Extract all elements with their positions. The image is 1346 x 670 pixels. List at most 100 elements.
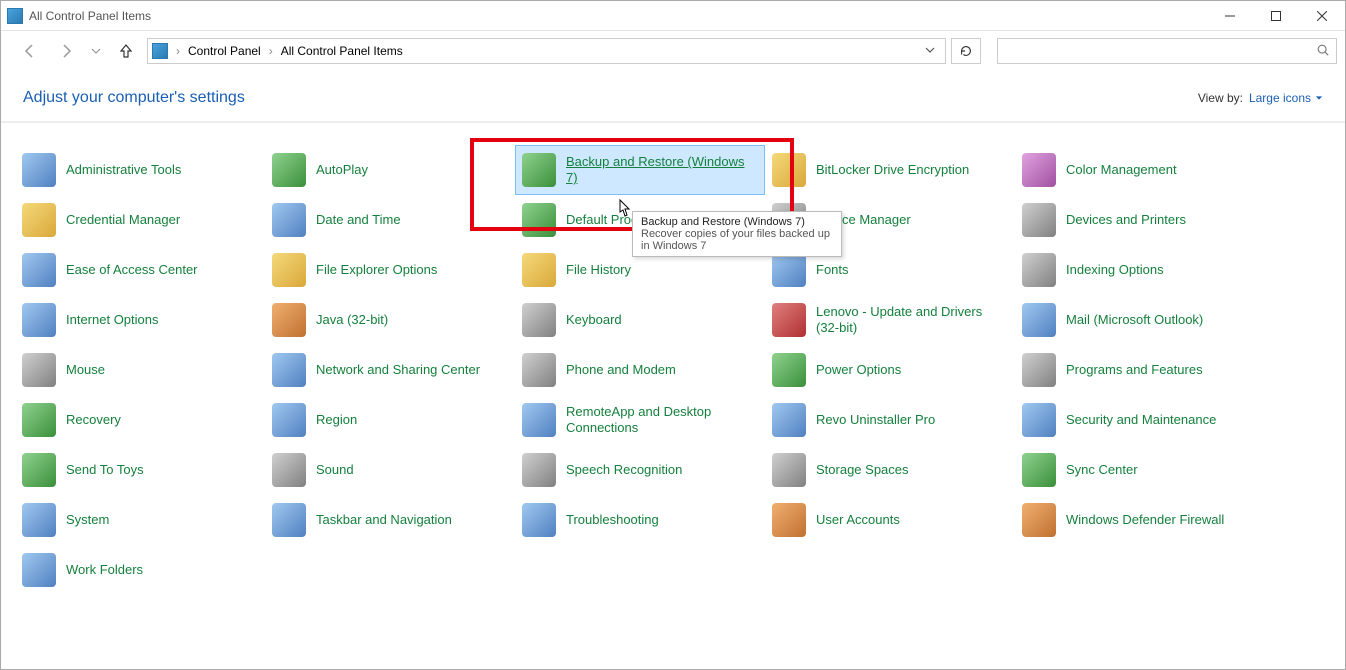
cp-item-label: Mail (Microsoft Outlook) [1066,312,1203,328]
cp-item[interactable]: Sync Center [1015,445,1265,495]
cp-item[interactable]: System [15,495,265,545]
cp-item-label: Revo Uninstaller Pro [816,412,935,428]
breadcrumb-2[interactable]: All Control Panel Items [281,44,403,58]
settings-header: Adjust your computer's settings View by:… [1,71,1345,123]
sync-icon [1022,453,1056,487]
cp-item[interactable]: Taskbar and Navigation [265,495,515,545]
storage-icon [772,453,806,487]
cp-item[interactable]: Phone and Modem [515,345,765,395]
refresh-button[interactable] [951,38,981,64]
cp-item[interactable]: Color Management [1015,145,1265,195]
cp-item-label: AutoPlay [316,162,368,178]
breadcrumb-1[interactable]: Control Panel [188,44,261,58]
tooltip-title: Backup and Restore (Windows 7) [641,216,833,228]
cp-item-label: Credential Manager [66,212,180,228]
cp-item[interactable]: Java (32-bit) [265,295,515,345]
cp-item-label: Administrative Tools [66,162,181,178]
viewby-label: View by: [1198,91,1243,105]
cp-item[interactable]: AutoPlay [265,145,515,195]
file-explorer-icon [272,253,306,287]
cp-item[interactable]: Backup and Restore (Windows 7) [515,145,765,195]
cp-item[interactable]: Work Folders [15,545,265,595]
cp-item[interactable]: Speech Recognition [515,445,765,495]
cp-item-label: Network and Sharing Center [316,362,480,378]
cp-item[interactable]: Programs and Features [1015,345,1265,395]
phone-modem-icon [522,353,556,387]
control-panel-window: All Control Panel Items › Control Panel [0,0,1346,670]
cp-item[interactable]: Sound [265,445,515,495]
datetime-icon [272,203,306,237]
forward-button[interactable] [51,36,81,66]
cp-item[interactable]: Internet Options [15,295,265,345]
firewall-icon [1022,503,1056,537]
cp-item[interactable]: Lenovo - Update and Drivers (32-bit) [765,295,1015,345]
color-mgmt-icon [1022,153,1056,187]
cp-item[interactable]: Date and Time [265,195,515,245]
cp-item-label: Security and Maintenance [1066,412,1216,428]
cp-item[interactable]: Devices and Printers [1015,195,1265,245]
address-bar[interactable]: › Control Panel › All Control Panel Item… [147,38,946,64]
cp-item[interactable]: Security and Maintenance [1015,395,1265,445]
cp-item[interactable]: Mouse [15,345,265,395]
cp-item[interactable]: Mail (Microsoft Outlook) [1015,295,1265,345]
cp-item[interactable]: User Accounts [765,495,1015,545]
tooltip: Backup and Restore (Windows 7) Recover c… [632,211,842,257]
fonts-icon [772,253,806,287]
cp-item[interactable]: Keyboard [515,295,765,345]
maximize-button[interactable] [1253,1,1299,31]
cp-item[interactable]: Recovery [15,395,265,445]
cp-item[interactable]: Power Options [765,345,1015,395]
cp-item-label: File Explorer Options [316,262,437,278]
cp-item[interactable]: BitLocker Drive Encryption [765,145,1015,195]
viewby-dropdown[interactable]: Large icons [1249,91,1323,105]
cp-item-label: Internet Options [66,312,159,328]
cp-item[interactable]: File Explorer Options [265,245,515,295]
cp-item-label: BitLocker Drive Encryption [816,162,969,178]
cp-item-label: Recovery [66,412,121,428]
search-input[interactable] [1004,44,1316,58]
system-icon [22,503,56,537]
cp-item[interactable]: RemoteApp and Desktop Connections [515,395,765,445]
tooltip-body: Recover copies of your files backed up i… [641,228,833,252]
cp-item-label: Phone and Modem [566,362,676,378]
cp-item-label: Color Management [1066,162,1177,178]
default-programs-icon [522,203,556,237]
work-folders-icon [22,553,56,587]
minimize-button[interactable] [1207,1,1253,31]
cp-item[interactable]: Credential Manager [15,195,265,245]
cp-item[interactable]: Revo Uninstaller Pro [765,395,1015,445]
devices-printers-icon [1022,203,1056,237]
region-icon [272,403,306,437]
address-dropdown-icon[interactable] [919,44,941,58]
search-box[interactable] [997,38,1337,64]
cp-item-label: Power Options [816,362,901,378]
up-button[interactable] [111,36,141,66]
cp-item-label: Windows Defender Firewall [1066,512,1224,528]
power-icon [772,353,806,387]
cp-item-label: Send To Toys [66,462,144,478]
cp-item[interactable]: Region [265,395,515,445]
recent-locations-button[interactable] [87,36,105,66]
cp-item[interactable]: Administrative Tools [15,145,265,195]
cp-item-label: User Accounts [816,512,900,528]
cp-item[interactable]: Ease of Access Center [15,245,265,295]
cp-item-label: Region [316,412,357,428]
back-button[interactable] [15,36,45,66]
items-area: Administrative Tools AutoPlay Backup and R… [1,123,1345,669]
cp-item[interactable]: Windows Defender Firewall [1015,495,1265,545]
bitlocker-icon [772,153,806,187]
cp-item[interactable]: Troubleshooting [515,495,765,545]
cp-item-label: Taskbar and Navigation [316,512,452,528]
close-button[interactable] [1299,1,1345,31]
sendtotoys-icon [22,453,56,487]
cp-item[interactable]: Indexing Options [1015,245,1265,295]
cp-item[interactable]: Send To Toys [15,445,265,495]
cp-item-label: Indexing Options [1066,262,1164,278]
cp-item-label: System [66,512,109,528]
cp-item[interactable]: Storage Spaces [765,445,1015,495]
cp-item[interactable]: Network and Sharing Center [265,345,515,395]
credential-icon [22,203,56,237]
cp-item-label: Lenovo - Update and Drivers (32-bit) [816,304,1008,335]
cp-item-label: Work Folders [66,562,143,578]
chevron-right-icon: › [265,44,277,58]
